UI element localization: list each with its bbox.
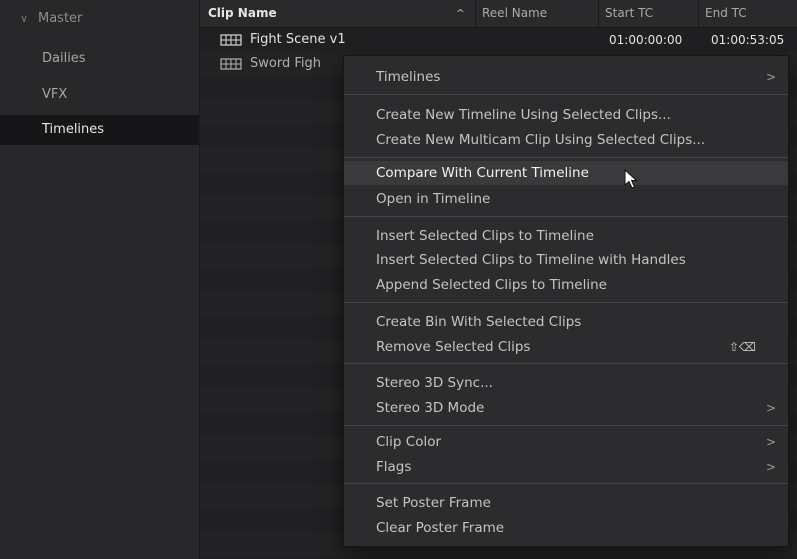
menu-item-clip-color[interactable]: Clip Color > (344, 430, 788, 454)
sidebar-item-dailies[interactable]: Dailies (0, 44, 199, 74)
bin-master[interactable]: ∨ Master (0, 4, 199, 34)
menu-item-insert-selected-clips[interactable]: Insert Selected Clips to Timeline (344, 224, 788, 248)
table-row[interactable]: Fight Scene v1 01:00:00:00 01:00:53:05 (200, 28, 797, 52)
timeline-clip-icon (220, 33, 242, 46)
menu-separator (344, 94, 788, 95)
menu-item-set-poster-frame[interactable]: Set Poster Frame (344, 491, 788, 515)
menu-item-create-bin[interactable]: Create Bin With Selected Clips (344, 310, 788, 334)
menu-separator (344, 302, 788, 303)
chevron-down-icon[interactable]: ∨ (20, 4, 38, 34)
mouse-pointer-icon (624, 169, 638, 189)
menu-item-stereo-3d-mode[interactable]: Stereo 3D Mode > (344, 396, 788, 420)
keyboard-shortcut: ⇧⌫ (728, 340, 756, 354)
timeline-clip-icon (220, 57, 242, 70)
column-header-reel-name[interactable]: Reel Name (476, 0, 599, 27)
menu-separator (344, 425, 788, 426)
menu-item-clear-poster-frame[interactable]: Clear Poster Frame (344, 516, 788, 540)
menu-item-open-in-timeline[interactable]: Open in Timeline (344, 187, 788, 211)
menu-separator (344, 216, 788, 217)
submenu-arrow-icon: > (765, 435, 776, 449)
end-tc-cell: 01:00:53:05 (711, 33, 785, 47)
menu-item-stereo-3d-sync[interactable]: Stereo 3D Sync... (344, 371, 788, 395)
sidebar-item-label: Dailies (42, 51, 86, 66)
submenu-arrow-icon: > (765, 460, 776, 474)
menu-item-compare-with-current-timeline[interactable]: Compare With Current Timeline (344, 161, 788, 185)
clip-name-cell: Fight Scene v1 (220, 28, 346, 52)
menu-separator (344, 483, 788, 484)
sidebar-item-label: Timelines (42, 122, 105, 137)
sort-ascending-icon[interactable]: ^ (456, 0, 465, 27)
column-header-start-tc[interactable]: Start TC (599, 0, 699, 27)
menu-item-remove-selected-clips[interactable]: Remove Selected Clips ⇧⌫ (344, 335, 788, 359)
sidebar-item-timelines[interactable]: Timelines (0, 115, 199, 145)
submenu-arrow-icon: > (765, 70, 776, 84)
sidebar-item-label: VFX (42, 87, 68, 102)
menu-separator (344, 363, 788, 364)
menu-item-create-new-timeline[interactable]: Create New Timeline Using Selected Clips… (344, 103, 788, 127)
menu-separator (344, 157, 788, 158)
column-header-end-tc[interactable]: End TC (699, 0, 797, 27)
submenu-arrow-icon: > (765, 401, 776, 415)
menu-item-flags[interactable]: Flags > (344, 455, 788, 479)
menu-item-insert-selected-clips-handles[interactable]: Insert Selected Clips to Timeline with H… (344, 248, 788, 272)
clip-name-cell: Sword Figh (220, 52, 321, 76)
bin-master-label: Master (38, 11, 83, 26)
table-header: Clip Name ^ Reel Name Start TC End TC (200, 0, 797, 28)
column-header-clip-name[interactable]: Clip Name ^ (200, 0, 476, 27)
bin-sidebar: ∨ Master Dailies VFX Timelines (0, 0, 200, 559)
context-menu: Timelines > Create New Timeline Using Se… (343, 55, 789, 547)
menu-item-create-new-multicam[interactable]: Create New Multicam Clip Using Selected … (344, 128, 788, 152)
start-tc-cell: 01:00:00:00 (609, 33, 683, 47)
menu-item-append-selected-clips[interactable]: Append Selected Clips to Timeline (344, 273, 788, 297)
menu-item-timelines[interactable]: Timelines > (344, 65, 788, 89)
sidebar-item-vfx[interactable]: VFX (0, 80, 199, 110)
